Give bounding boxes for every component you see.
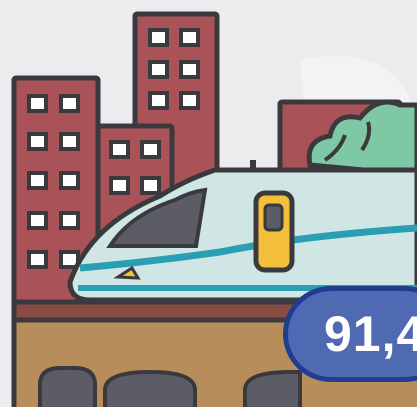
illustration-scene: 91,4 — [0, 0, 417, 407]
counter-value: 91,4 — [324, 306, 417, 362]
counter-badge: 91,4 — [283, 286, 417, 382]
